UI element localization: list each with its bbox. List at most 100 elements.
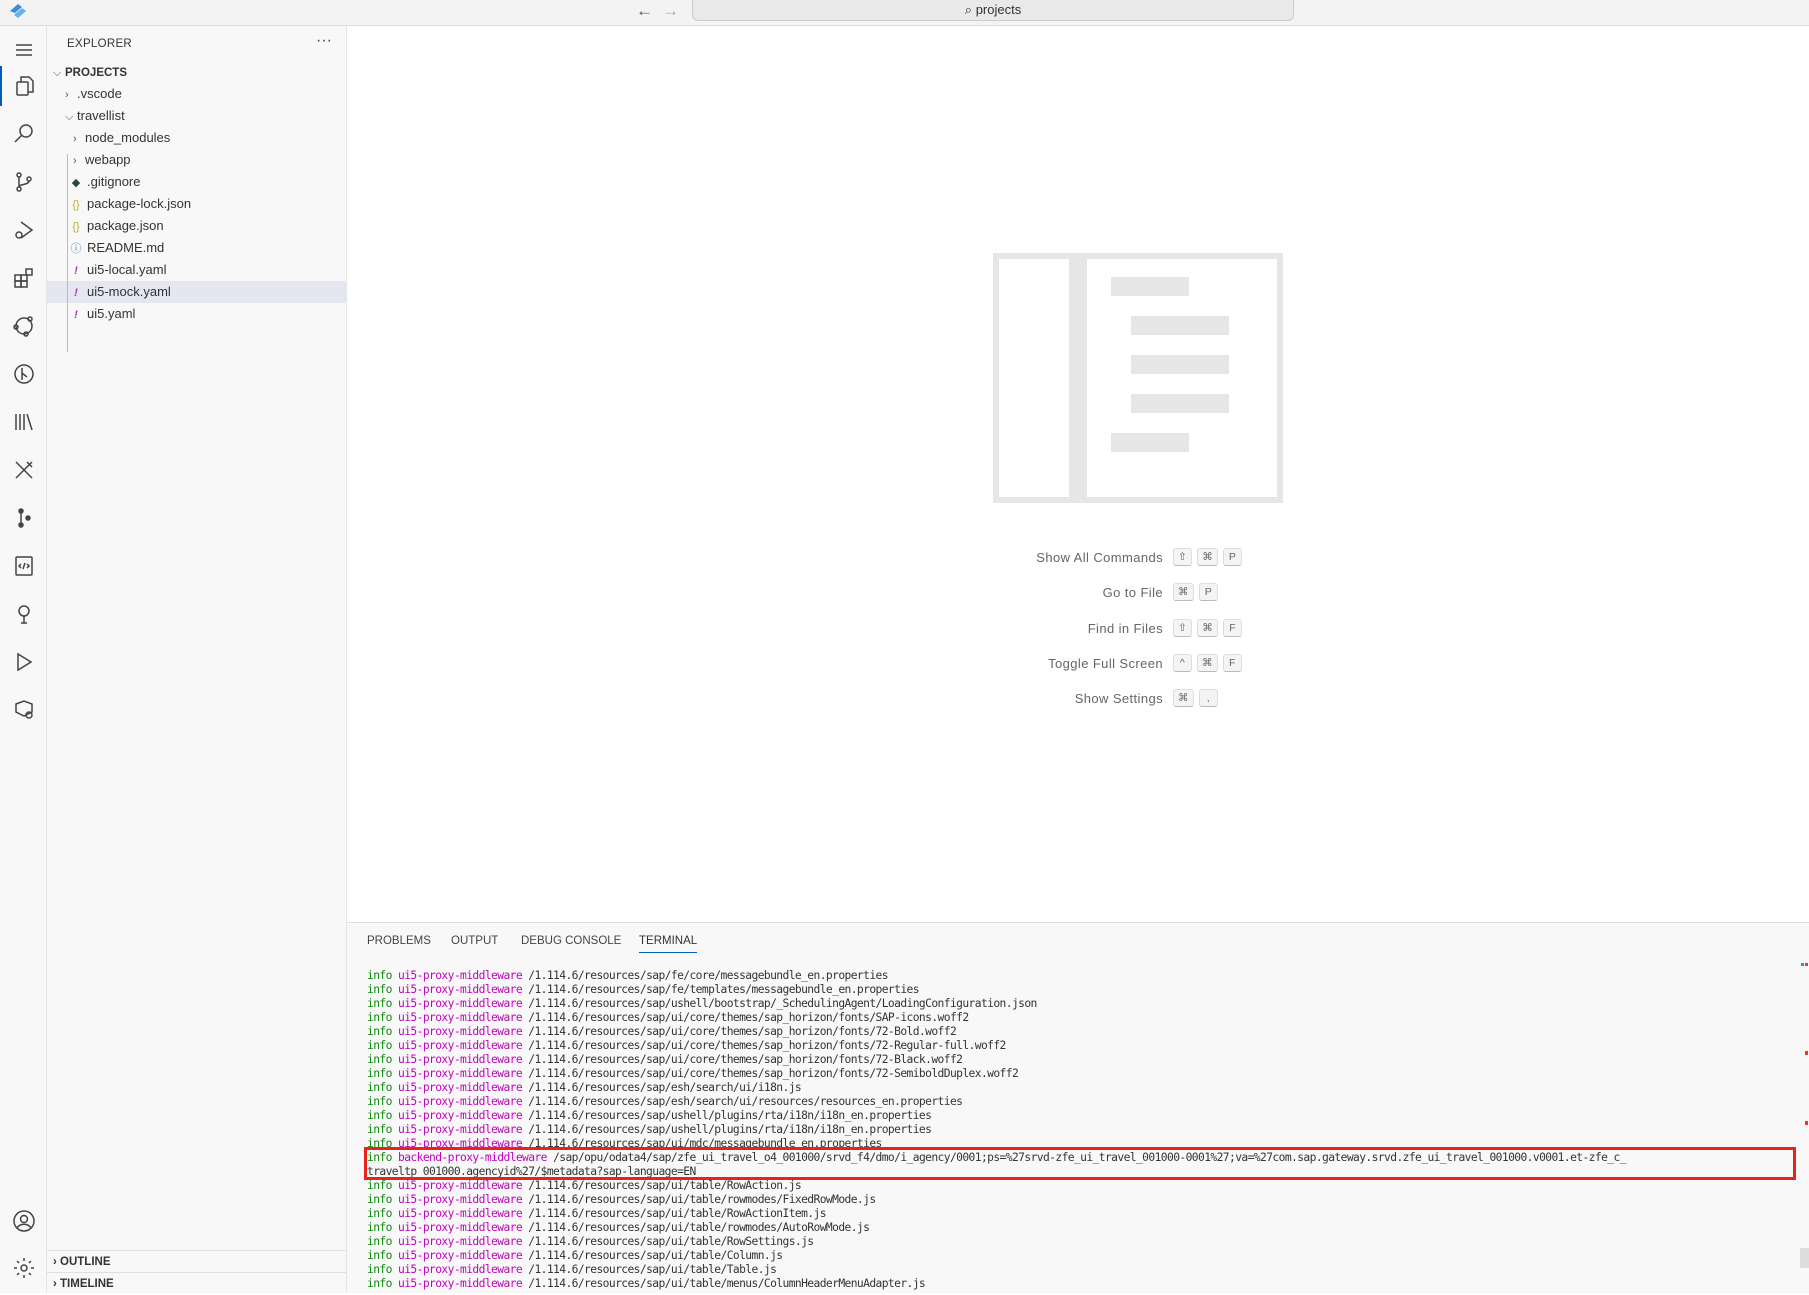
log-path: /1.114.6/resources/sap/ui/table/RowActio… <box>528 1179 802 1192</box>
command-hint-row[interactable]: Go to File ⌘ P <box>347 583 1809 603</box>
tab-terminal[interactable]: TERMINAL <box>639 935 698 953</box>
log-level: info <box>367 1207 392 1220</box>
run-icon[interactable] <box>0 642 47 682</box>
tree-item-package-lock-json[interactable]: {} package-lock.json <box>47 193 346 215</box>
chevron-right-icon: › <box>65 89 69 101</box>
log-source: ui5-proxy-middleware <box>398 1179 523 1192</box>
lightbulb-icon[interactable] <box>0 594 47 634</box>
log-source: ui5-proxy-middleware <box>398 1011 523 1024</box>
tools-icon[interactable] <box>0 450 47 490</box>
log-path: /1.114.6/resources/sap/ui/core/themes/sa… <box>528 1067 1019 1080</box>
library-icon[interactable] <box>0 402 47 442</box>
source-control-icon[interactable] <box>0 162 47 202</box>
search-text: projects <box>975 2 1022 17</box>
chevron-down-icon: ⌵ <box>65 111 74 123</box>
log-source: ui5-proxy-middleware <box>398 1249 523 1262</box>
log-level: info <box>367 1249 392 1262</box>
git-graph-icon[interactable] <box>0 354 47 394</box>
log-source: ui5-proxy-middleware <box>398 1109 523 1122</box>
search-icon[interactable] <box>0 114 47 154</box>
key-cap: ⇧ <box>1173 548 1193 566</box>
log-path: /1.114.6/resources/sap/fe/core/messagebu… <box>528 969 888 982</box>
outline-section[interactable]: › OUTLINE <box>47 1250 346 1272</box>
arrow-left-icon[interactable]: ← <box>636 1 653 21</box>
tree-item-readme[interactable]: ⓘ README.md <box>47 237 346 259</box>
tree-item-webapp[interactable]: › webapp <box>47 149 346 171</box>
log-source: ui5-proxy-middleware <box>398 1095 523 1108</box>
code-template-icon[interactable] <box>0 546 47 586</box>
tree-root-projects[interactable]: ⌵ PROJECTS <box>47 61 346 83</box>
tree-item-ui5-local-yaml[interactable]: ! ui5-local.yaml <box>47 259 346 281</box>
arrow-right-icon[interactable]: → <box>662 1 679 21</box>
explorer-icon[interactable] <box>0 66 47 106</box>
remote-explorer-icon[interactable] <box>0 306 47 346</box>
tree-item-node-modules[interactable]: › node_modules <box>47 127 346 149</box>
key-cap: ⇧ <box>1173 619 1193 637</box>
log-level: info <box>367 1277 392 1290</box>
terminal-line: info ui5-proxy-middleware /1.114.6/resou… <box>367 1277 1626 1291</box>
log-path: /1.114.6/resources/sap/ui/core/themes/sa… <box>528 1039 1006 1052</box>
log-path: /1.114.6/resources/sap/ui/core/themes/sa… <box>528 1053 963 1066</box>
command-hint-row[interactable]: Show Settings ⌘, <box>347 689 1809 709</box>
terminal-line: info ui5-proxy-middleware /1.114.6/resou… <box>367 1109 1626 1123</box>
tab-debug-console[interactable]: DEBUG CONSOLE <box>521 935 621 952</box>
command-label: Find in Files <box>1087 621 1163 636</box>
tree-item-vscode[interactable]: › .vscode <box>47 83 346 105</box>
explorer-sidebar: EXPLORER ··· ⌵ PROJECTS › .vscode ⌵ travell… <box>47 26 347 1293</box>
account-icon[interactable] <box>0 1201 47 1241</box>
json-icon: {} <box>72 221 80 233</box>
terminal-scrollbar[interactable] <box>1799 963 1809 1293</box>
root-label: PROJECTS <box>65 67 127 79</box>
item-label: ui5-local.yaml <box>87 262 167 277</box>
search-icon: ⌕ <box>964 2 976 17</box>
item-label: .gitignore <box>87 174 141 189</box>
yaml-icon: ! <box>74 265 78 277</box>
tree-item-package-json[interactable]: {} package.json <box>47 215 346 237</box>
deploy-icon[interactable] <box>0 690 47 730</box>
terminal-line: info ui5-proxy-middleware /1.114.6/resou… <box>367 983 1626 997</box>
command-hint-row[interactable]: Find in Files ⇧ ⌘ F <box>347 619 1809 639</box>
tab-output[interactable]: OUTPUT <box>451 935 498 952</box>
log-path: /1.114.6/resources/sap/ui/table/rowmodes… <box>528 1193 876 1206</box>
terminal-line: info ui5-proxy-middleware /1.114.6/resou… <box>367 1039 1626 1053</box>
info-icon: ⓘ <box>70 243 82 255</box>
tree-item-travellist[interactable]: ⌵ travellist <box>47 105 346 127</box>
settings-gear-icon[interactable] <box>0 1248 47 1288</box>
command-hint-row[interactable]: Show All Commands ⇧ ⌘ P <box>347 548 1809 568</box>
extensions-icon[interactable] <box>0 258 47 298</box>
log-path: /1.114.6/resources/sap/ui/core/themes/sa… <box>528 1025 957 1038</box>
log-path: /1.114.6/resources/sap/ui/table/RowSetti… <box>528 1235 814 1248</box>
command-center-search[interactable]: ⌕ projects <box>692 0 1294 21</box>
more-actions-icon[interactable]: ··· <box>316 32 332 50</box>
log-path: /1.114.6/resources/sap/ui/table/rowmodes… <box>528 1221 870 1234</box>
log-path: /1.114.6/resources/sap/ui/table/Table.js <box>528 1263 777 1276</box>
log-path: /1.114.6/resources/sap/esh/search/ui/res… <box>528 1095 963 1108</box>
key-cap: ⌘ <box>1173 689 1194 707</box>
tab-problems[interactable]: PROBLEMS <box>367 935 431 952</box>
timeline-section[interactable]: › TIMELINE <box>47 1272 346 1294</box>
outline-label: OUTLINE <box>60 1256 111 1268</box>
log-level: info <box>367 1081 392 1094</box>
tree-item-ui5-mock-yaml[interactable]: ! ui5-mock.yaml <box>47 281 346 303</box>
sidebar-title: EXPLORER <box>67 38 133 50</box>
terminal-line: info ui5-proxy-middleware /1.114.6/resou… <box>367 1207 1626 1221</box>
log-source: ui5-proxy-middleware <box>398 1067 523 1080</box>
tree-item-ui5-yaml[interactable]: ! ui5.yaml <box>47 303 346 325</box>
log-path: /1.114.6/resources/sap/ushell/plugins/rt… <box>528 1109 932 1122</box>
title-bar: ← → ⌕ projects <box>0 0 1809 26</box>
log-level: info <box>367 1053 392 1066</box>
command-hint-row[interactable]: Toggle Full Screen ^ ⌘ F <box>347 654 1809 674</box>
key-cap: F <box>1223 619 1243 637</box>
chevron-right-icon: › <box>73 133 77 145</box>
menu-icon[interactable] <box>0 30 47 70</box>
tree-item-gitignore[interactable]: ◆ .gitignore <box>47 171 346 193</box>
log-level: info <box>367 1109 392 1122</box>
chevron-right-icon: › <box>53 1256 61 1268</box>
log-level: info <box>367 1221 392 1234</box>
terminal-output[interactable]: info ui5-proxy-middleware /1.114.6/resou… <box>367 969 1626 1291</box>
terminal-line: info ui5-proxy-middleware /1.114.6/resou… <box>367 1179 1626 1193</box>
git-branch-icon[interactable] <box>0 498 47 538</box>
log-source: ui5-proxy-middleware <box>398 1053 523 1066</box>
run-debug-icon[interactable] <box>0 210 47 250</box>
log-level: info <box>367 1263 392 1276</box>
